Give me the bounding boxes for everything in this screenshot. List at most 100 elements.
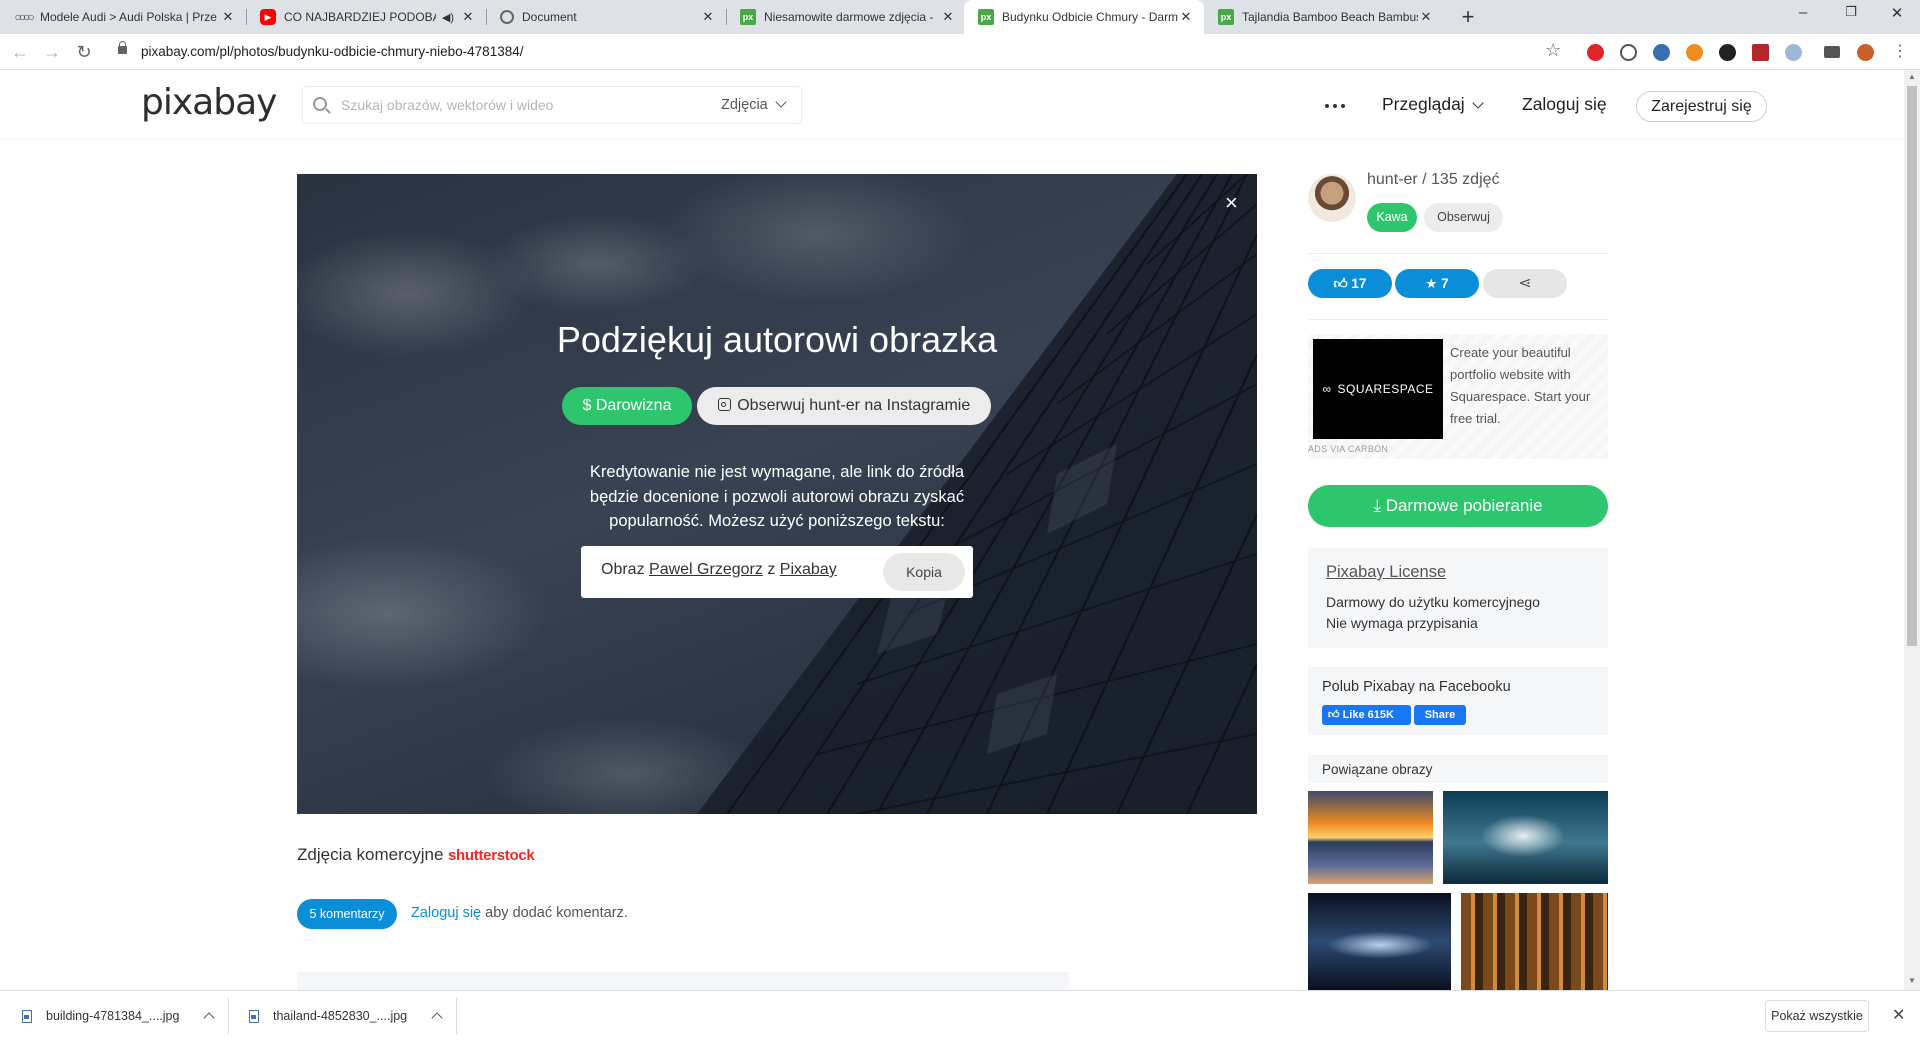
tab-close-icon[interactable]: ✕ (460, 9, 476, 25)
globe-icon (500, 10, 514, 24)
like-button[interactable]: 👍︎ 17 (1308, 269, 1392, 298)
share-icon: ⋖ (1518, 275, 1532, 292)
license-commercial-use: Darmowy do użytku komercyjnego (1326, 594, 1540, 610)
minimize-button[interactable]: – (1780, 4, 1826, 21)
ads-via-carbon[interactable]: ADS VIA CARBON (1308, 444, 1388, 454)
free-download-button[interactable]: ⤓ Darmowe pobieranie (1308, 485, 1608, 527)
ad-text: Create your beautiful portfolio website … (1450, 345, 1591, 426)
attribution-text[interactable]: Obraz Pawel Grzegorz z Pixabay (601, 561, 837, 579)
license-no-attribution: Nie wymaga przypisania (1326, 615, 1478, 631)
favorite-button[interactable]: ★ 7 (1395, 269, 1479, 298)
related-image-tree-reflection[interactable] (1308, 893, 1451, 990)
download-bar: building-4781384_....jpg thailand-485283… (0, 990, 1920, 1040)
page: pixabay Zdjęcia Przeglądaj Zaloguj się Z… (0, 70, 1904, 990)
download-item[interactable]: building-4781384_....jpg (22, 991, 216, 1041)
new-tab-button[interactable]: + (1454, 4, 1482, 30)
tab-pixabay-active[interactable]: px Budynku Odbicie Chmury - Darm ✕ (964, 0, 1204, 34)
donate-button[interactable]: $ Darowizna (562, 387, 692, 425)
facebook-like-button[interactable]: 👍︎ Like 615K (1322, 705, 1411, 725)
search-icon[interactable] (313, 97, 327, 111)
extension-icon[interactable] (1653, 44, 1670, 61)
bookmark-star-icon[interactable]: ☆ (1545, 40, 1561, 61)
star-icon: ★ (1425, 276, 1438, 291)
pixabay-link[interactable]: Pixabay (780, 561, 837, 578)
menu-dots-icon[interactable]: ⋮ (1888, 40, 1912, 64)
copy-button[interactable]: Kopia (883, 553, 965, 591)
share-button[interactable]: ⋖ (1483, 269, 1567, 298)
tab-close-icon[interactable]: ✕ (1178, 9, 1194, 25)
register-button[interactable]: Zarejestruj się (1636, 91, 1767, 122)
back-arrow-icon[interactable]: ← (8, 40, 32, 64)
browse-menu[interactable]: Przeglądaj (1382, 94, 1484, 115)
scroll-down-arrow-icon[interactable]: ▼ (1904, 976, 1920, 985)
facebook-share-button[interactable]: Share (1414, 705, 1466, 725)
comments-count-button[interactable]: 5 komentarzy (297, 899, 397, 929)
pixabay-icon: px (740, 9, 756, 25)
related-image-building[interactable] (1461, 893, 1608, 990)
page-scrollbar[interactable]: ▲ ▼ (1904, 70, 1920, 990)
shutterstock-logo[interactable]: shutterstock (448, 847, 535, 864)
chevron-up-icon[interactable] (431, 1012, 443, 1024)
tab-close-icon[interactable]: ✕ (940, 9, 956, 25)
related-image-clouds[interactable] (1443, 791, 1608, 884)
extension-icon[interactable] (1620, 44, 1637, 61)
extension-icon[interactable] (1785, 44, 1802, 61)
speaker-icon[interactable]: ◀) (442, 11, 454, 24)
search-input[interactable] (341, 95, 681, 115)
credit-info-text: Kredytowanie nie jest wymagane, ale link… (589, 463, 965, 530)
address-bar[interactable]: pixabay.com/pl/photos/budynku-odbicie-ch… (141, 44, 523, 59)
download-item[interactable]: thailand-4852830_....jpg (249, 991, 443, 1041)
tab-close-icon[interactable]: ✕ (220, 9, 236, 25)
pixabay-icon: px (978, 9, 994, 25)
extension-icon[interactable] (1752, 44, 1769, 61)
carbon-ad[interactable]: ∞ SQUARESPACE Create your beautiful port… (1308, 334, 1608, 459)
tab-document[interactable]: Document ✕ (486, 0, 726, 34)
login-link[interactable]: Zaloguj się (1522, 94, 1607, 115)
close-download-bar-icon[interactable]: ✕ (1892, 1005, 1905, 1025)
show-all-downloads-button[interactable]: Pokaż wszystkie (1765, 1000, 1869, 1032)
divider (228, 997, 229, 1035)
close-window-button[interactable]: ✕ (1874, 4, 1920, 22)
facebook-box: Polub Pixabay na Facebooku 👍︎ Like 615K … (1308, 667, 1608, 735)
scroll-up-arrow-icon[interactable]: ▲ (1904, 72, 1920, 81)
tab-pixabay-thailand[interactable]: px Tajlandia Bamboo Beach Bambus ✕ (1204, 0, 1444, 34)
login-comment-link[interactable]: Zaloguj się (411, 905, 481, 921)
attribution-box: Obraz Pawel Grzegorz z Pixabay Kopia (581, 546, 973, 598)
author-link[interactable]: Pawel Grzegorz (649, 561, 763, 578)
author-avatar[interactable] (1308, 174, 1356, 222)
profile-avatar-icon[interactable] (1857, 44, 1874, 61)
youtube-icon: ▶ (260, 9, 276, 25)
reload-icon[interactable]: ↻ (72, 40, 96, 64)
more-dots-icon[interactable] (1325, 104, 1345, 108)
tab-close-icon[interactable]: ✕ (700, 9, 716, 25)
instagram-icon (717, 398, 731, 411)
gear-extension-icon[interactable] (1719, 44, 1736, 61)
close-overlay-icon[interactable]: × (1225, 190, 1238, 216)
browser-tab-bar: ○○○○ Modele Audi > Audi Polska | Prze ✕ … (0, 0, 1920, 34)
forward-arrow-icon[interactable]: → (40, 40, 64, 64)
extension-icon[interactable] (1686, 44, 1703, 61)
opera-extension-icon[interactable] (1587, 44, 1604, 61)
pixabay-logo[interactable]: pixabay (141, 82, 277, 123)
login-to-comment: Zaloguj się aby dodać komentarz. (411, 905, 628, 921)
related-images-title: Powiązane obrazy (1322, 762, 1433, 777)
image-file-icon (249, 1009, 259, 1023)
scrollbar-thumb[interactable] (1907, 86, 1917, 646)
coffee-button[interactable]: Kawa (1367, 203, 1417, 232)
follow-button[interactable]: Obserwuj (1424, 203, 1503, 232)
search-type-dropdown[interactable]: Zdjęcia (721, 96, 787, 113)
tab-youtube[interactable]: ▶ CO NAJBARDZIEJ PODOBA N ◀) ✕ (246, 0, 486, 34)
related-image-sunset[interactable] (1308, 791, 1433, 884)
tab-close-icon[interactable]: ✕ (1418, 9, 1434, 25)
chevron-down-icon (775, 96, 787, 108)
chevron-up-icon[interactable] (203, 1012, 216, 1024)
restore-button[interactable]: ❐ (1828, 4, 1874, 20)
reading-list-icon[interactable] (1824, 46, 1840, 58)
tab-audi[interactable]: ○○○○ Modele Audi > Audi Polska | Prze ✕ (0, 0, 246, 34)
image-file-icon (22, 1009, 32, 1023)
follow-instagram-button[interactable]: Obserwuj hunt-er na Instagramie (697, 387, 991, 425)
license-link[interactable]: Pixabay License (1326, 563, 1446, 582)
tab-pixabay-home[interactable]: px Niesamowite darmowe zdjęcia - ✕ (726, 0, 966, 34)
author-name[interactable]: hunt-er / 135 zdjęć (1367, 171, 1500, 189)
lock-icon[interactable] (118, 41, 127, 54)
